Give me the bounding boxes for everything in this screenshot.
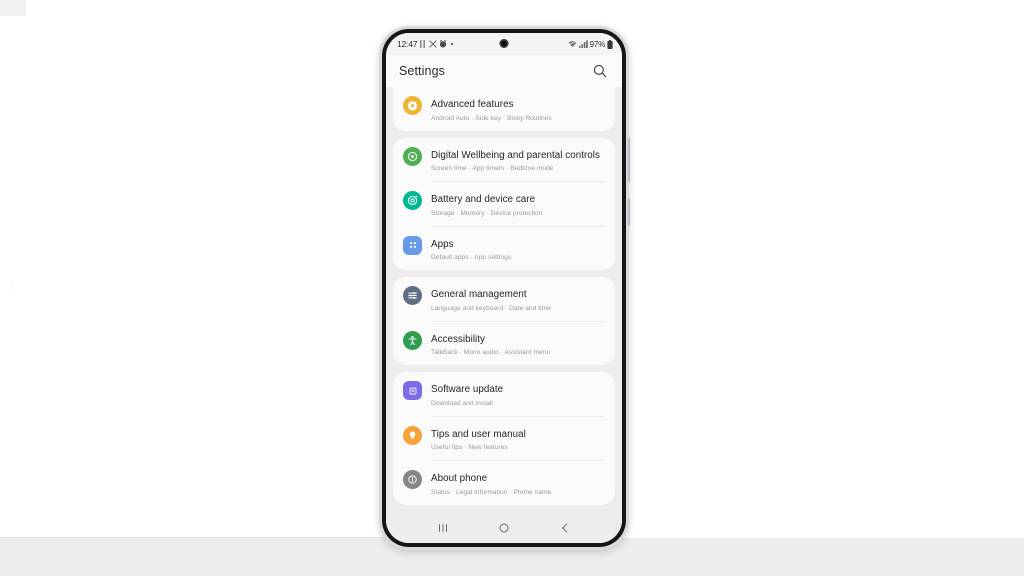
battery-care-icon <box>403 191 422 210</box>
settings-row-title: General management <box>431 289 527 300</box>
settings-row-text: General management Language and keyboard… <box>431 284 605 314</box>
system-nav-bar <box>386 513 622 543</box>
sliders-icon <box>403 286 422 305</box>
settings-row-subtitle: Screen time · App timers · Bedtime mode <box>431 165 554 172</box>
home-button[interactable] <box>491 518 517 538</box>
settings-row-subtitle: TalkBack · Mono audio · Assistant menu <box>431 349 551 356</box>
settings-row-title: Battery and device care <box>431 194 536 205</box>
advanced-features-icon <box>403 96 422 115</box>
settings-row-title: Software update <box>431 384 504 395</box>
apps-grid-icon <box>403 235 422 255</box>
phone-screen: 12:47 97% Settings Advanced features And… <box>386 33 622 543</box>
settings-row-text: Tips and user manual Useful tips · New f… <box>431 424 605 454</box>
battery-icon <box>607 39 613 49</box>
dnd-icon <box>420 40 426 48</box>
settings-group-wellbeing: Digital Wellbeing and parental controls … <box>393 137 615 271</box>
battery-percent: 97% <box>589 39 606 49</box>
settings-group-about: Software update Download and install Tip… <box>393 372 615 505</box>
status-bar-icons <box>420 40 454 48</box>
settings-group-advanced: Advanced features Android Auto · Side ke… <box>393 87 615 131</box>
status-bar: 12:47 97% <box>386 33 622 55</box>
status-bar-right: 97% <box>567 39 613 49</box>
settings-row-text: Apps Default apps · App settings <box>431 234 605 264</box>
settings-row-subtitle: Language and keyboard · Date and time <box>431 304 551 312</box>
settings-header: Settings <box>386 55 622 87</box>
settings-row-text: Software update Download and install <box>431 379 605 409</box>
settings-row-title: Tips and user manual <box>431 428 526 440</box>
screenshot-stage: 12:47 97% Settings Advanced features And… <box>0 0 1024 576</box>
status-bar-left: 12:47 <box>397 39 568 49</box>
settings-row-text: About phone Status · Legal information ·… <box>431 468 605 498</box>
settings-row-apps[interactable]: Apps Default apps · App settings <box>393 227 615 271</box>
lightbulb-icon <box>403 425 422 445</box>
info-icon <box>403 470 422 489</box>
power-button[interactable] <box>628 198 630 226</box>
settings-list[interactable]: Advanced features Android Auto · Side ke… <box>386 87 622 513</box>
settings-row-digital-wellbeing[interactable]: Digital Wellbeing and parental controls … <box>393 138 615 182</box>
back-button[interactable] <box>552 518 578 538</box>
settings-row-about-phone[interactable]: About phone Status · Legal information ·… <box>393 461 615 505</box>
accessibility-icon <box>403 330 422 350</box>
software-update-icon <box>403 381 422 400</box>
settings-row-title: Advanced features <box>431 99 514 110</box>
settings-row-accessibility[interactable]: Accessibility TalkBack · Mono audio · As… <box>393 322 615 366</box>
settings-row-title: Digital Wellbeing and parental controls <box>431 149 600 161</box>
front-camera <box>499 39 509 48</box>
carousel-prev-button[interactable] <box>2 272 26 298</box>
settings-row-text: Battery and device care Storage · Memory… <box>431 189 605 219</box>
settings-row-subtitle: Download and install <box>431 399 493 407</box>
alarm-icon <box>440 40 447 48</box>
settings-row-subtitle: Android Auto · Side key · Bixby Routines <box>431 114 552 122</box>
settings-row-subtitle: Default apps · App settings <box>431 254 512 261</box>
settings-row-title: Apps <box>431 238 454 250</box>
corner-swatch <box>0 0 26 16</box>
settings-row-text: Advanced features Android Auto · Side ke… <box>431 94 605 124</box>
signal-bars-icon <box>578 40 588 48</box>
settings-row-advanced-features[interactable]: Advanced features Android Auto · Side ke… <box>393 87 615 131</box>
settings-row-battery-device-care[interactable]: Battery and device care Storage · Memory… <box>393 182 615 226</box>
no-sim-icon <box>428 40 437 48</box>
settings-row-text: Digital Wellbeing and parental controls … <box>431 145 605 175</box>
settings-row-title: Accessibility <box>431 333 486 345</box>
recents-button[interactable] <box>430 518 456 538</box>
volume-button[interactable] <box>628 138 630 182</box>
settings-row-subtitle: Storage · Memory · Device protection <box>431 209 543 217</box>
settings-row-software-update[interactable]: Software update Download and install <box>393 372 615 416</box>
phone-device: 12:47 97% Settings Advanced features And… <box>379 26 630 550</box>
settings-row-subtitle: Useful tips · New features <box>431 444 508 451</box>
settings-row-text: Accessibility TalkBack · Mono audio · As… <box>431 329 605 359</box>
settings-row-tips-user-manual[interactable]: Tips and user manual Useful tips · New f… <box>393 417 615 461</box>
wifi-icon <box>567 40 577 47</box>
digital-wellbeing-icon <box>403 146 422 166</box>
dot-icon <box>450 42 453 46</box>
settings-row-title: About phone <box>431 473 488 484</box>
settings-row-subtitle: Status · Legal information · Phone name <box>431 488 552 496</box>
page-title: Settings <box>399 64 445 78</box>
settings-row-general-management[interactable]: General management Language and keyboard… <box>393 277 615 321</box>
settings-group-management: General management Language and keyboard… <box>393 277 615 365</box>
status-time: 12:47 <box>397 39 418 49</box>
search-icon[interactable] <box>591 62 609 80</box>
